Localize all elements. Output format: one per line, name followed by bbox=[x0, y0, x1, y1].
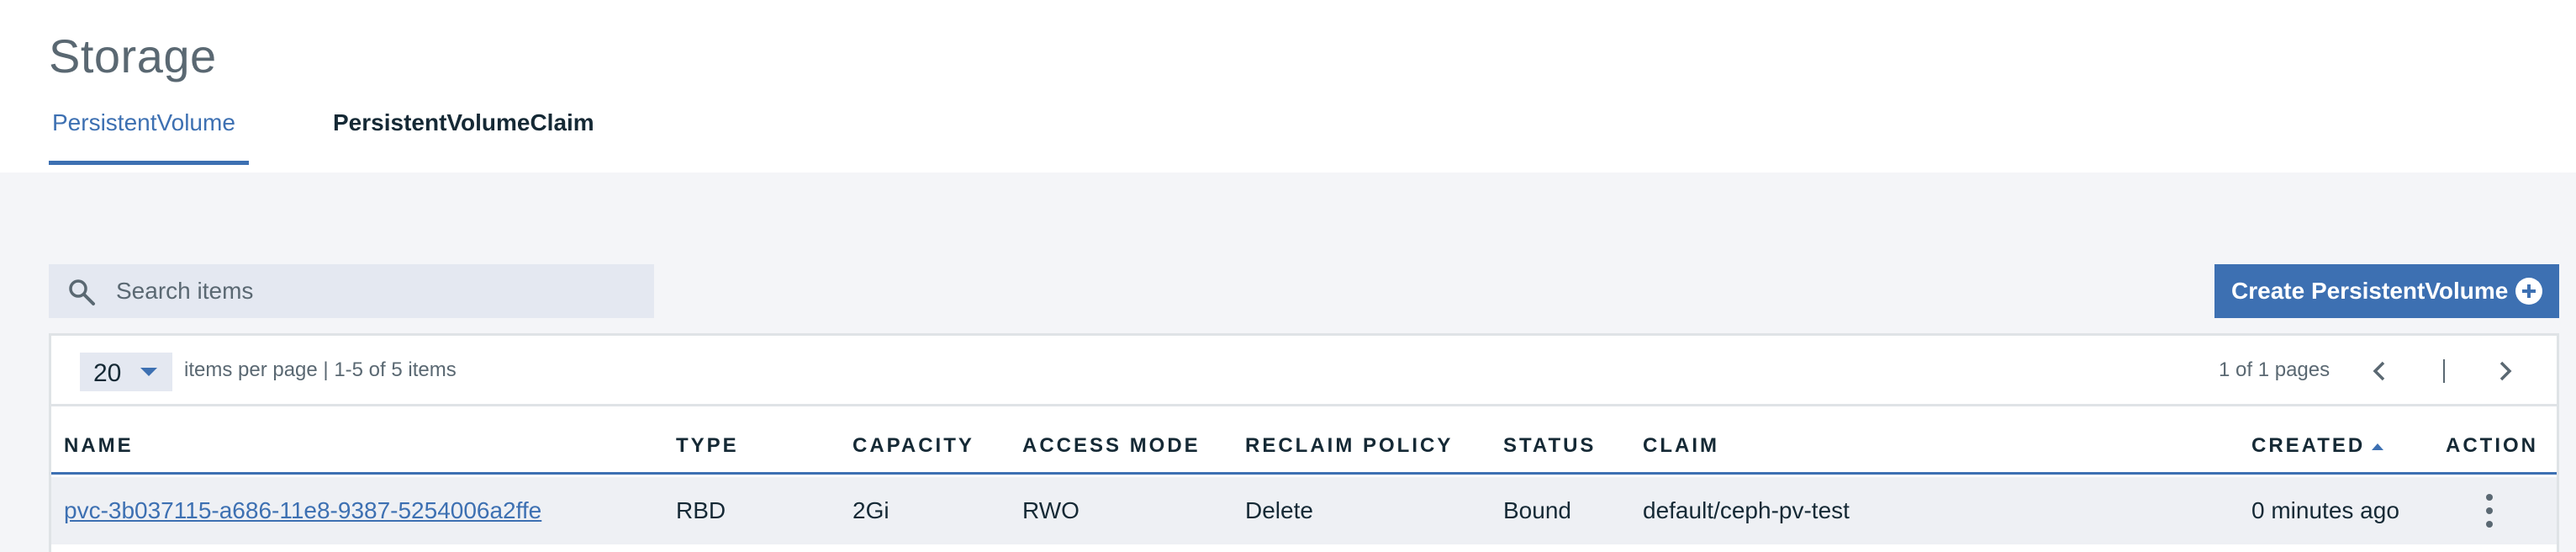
overflow-menu-icon[interactable] bbox=[2473, 487, 2506, 534]
sort-ascending-icon bbox=[2372, 443, 2384, 450]
search-bar bbox=[49, 264, 654, 318]
column-header-capacity[interactable]: CAPACITY bbox=[853, 434, 974, 458]
items-per-page-value: 20 bbox=[93, 359, 122, 387]
items-count-label: items per page | 1-5 of 5 items bbox=[184, 358, 457, 381]
cell-access-mode: RWO bbox=[1022, 497, 1079, 523]
create-button-label: Create PersistentVolume bbox=[2231, 278, 2509, 304]
cell-capacity: 2Gi bbox=[853, 497, 889, 523]
search-icon bbox=[69, 279, 95, 305]
next-page-button[interactable] bbox=[2488, 353, 2521, 390]
pv-name-link[interactable]: pvc-3b037115-a686-11e8-9387-5254006a2ffe bbox=[64, 497, 541, 524]
pagination-bar: 20 items per page | 1-5 of 5 items 1 of … bbox=[51, 336, 2557, 406]
search-input[interactable] bbox=[116, 264, 637, 318]
cell-type: RBD bbox=[676, 497, 726, 523]
create-persistent-volume-button[interactable]: Create PersistentVolume bbox=[2214, 264, 2559, 318]
tab-persistent-volume[interactable]: PersistentVolume bbox=[49, 109, 249, 165]
cell-status: Bound bbox=[1503, 497, 1571, 523]
column-header-action: ACTION bbox=[2446, 434, 2538, 457]
column-header-created[interactable]: CREATED bbox=[2251, 434, 2384, 458]
column-header-name[interactable]: NAME bbox=[64, 434, 134, 458]
chevron-left-icon bbox=[2373, 361, 2385, 381]
cell-created: 0 minutes ago bbox=[2251, 497, 2399, 523]
data-table: 20 items per page | 1-5 of 5 items 1 of … bbox=[49, 333, 2559, 552]
add-filled-icon bbox=[2515, 278, 2542, 305]
table-row: pvc-3b037115-a686-11e8-9387-5254006a2ffe… bbox=[51, 477, 2557, 544]
column-header-created-label: CREATED bbox=[2251, 434, 2366, 457]
column-header-claim[interactable]: CLAIM bbox=[1643, 434, 1719, 458]
items-per-page-select[interactable]: 20 bbox=[80, 353, 172, 391]
chevron-right-icon bbox=[2499, 361, 2512, 381]
tab-persistent-volume-claim[interactable]: PersistentVolumeClaim bbox=[333, 109, 594, 165]
page-title: Storage bbox=[49, 29, 217, 82]
column-header-status[interactable]: STATUS bbox=[1503, 434, 1596, 458]
cell-claim: default/ceph-pv-test bbox=[1643, 497, 1850, 523]
caret-down-icon bbox=[140, 368, 157, 376]
column-header-access-mode[interactable]: ACCESS MODE bbox=[1022, 434, 1201, 458]
page-count-label: 1 of 1 pages bbox=[2219, 358, 2331, 381]
column-header-type[interactable]: TYPE bbox=[676, 434, 739, 458]
table-header: NAME TYPE CAPACITY ACCESS MODE RECLAIM P… bbox=[51, 409, 2557, 475]
previous-page-button[interactable] bbox=[2363, 353, 2397, 390]
pagination-divider bbox=[2443, 359, 2445, 383]
column-header-reclaim-policy[interactable]: RECLAIM POLICY bbox=[1245, 434, 1453, 458]
cell-reclaim-policy: Delete bbox=[1245, 497, 1313, 523]
page-header: Storage PersistentVolume PersistentVolum… bbox=[0, 0, 2576, 172]
